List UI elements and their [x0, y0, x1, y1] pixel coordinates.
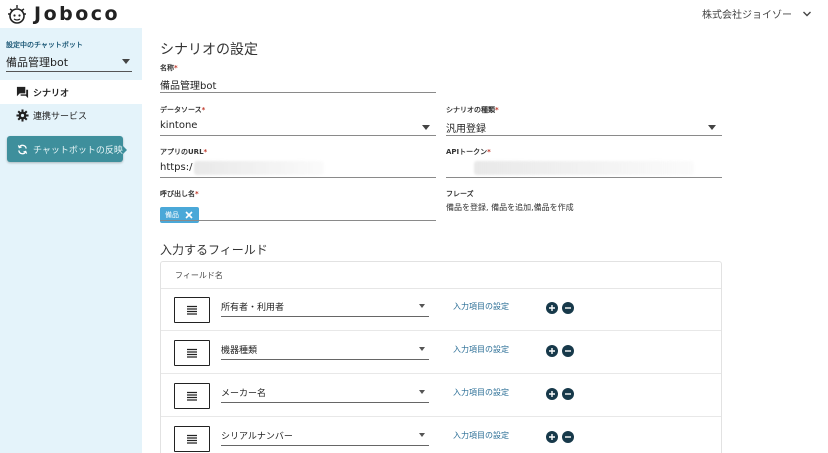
table-row: シリアルナンバー 入力項目の設定 [161, 418, 721, 453]
table-row: 機器種類 入力項目の設定 [161, 332, 721, 374]
input-fields-title: 入力するフィールド [160, 243, 268, 257]
field-select-value: 所有者・利用者 [221, 303, 285, 313]
table-row: 所有者・利用者 入力項目の設定 [161, 289, 721, 331]
remove-row-button[interactable] [562, 302, 574, 314]
app-header: Joboco 株式会社ジョイゾー [0, 0, 828, 28]
gear-icon [16, 108, 29, 122]
input-fields-table: フィールド名 所有者・利用者 入力項目の設定 機器種類 入力項目の設定 メーカー… [160, 261, 722, 453]
dropdown-caret-icon [122, 59, 130, 64]
scenario-type-label: シナリオの種類* [446, 106, 499, 114]
field-select[interactable]: 機器種類 [221, 340, 429, 360]
drag-handle[interactable] [174, 426, 210, 452]
invoke-name-label: 呼び出し名* [160, 190, 199, 198]
plus-icon [549, 391, 555, 397]
datasource-select[interactable]: データソース* kintone [160, 105, 436, 136]
phrases-field: フレーズ 備品を登録, 備品を追加,備品を作成 [446, 189, 722, 219]
bot-select-value: 備品管理bot [6, 55, 69, 69]
input-settings-link[interactable]: 入力項目の設定 [453, 301, 509, 312]
sidebar-item-label: シナリオ [33, 88, 70, 99]
field-select-value: シリアルナンバー [221, 432, 293, 442]
invoke-name-field[interactable]: 呼び出し名* 備品 [160, 189, 436, 223]
redacted-value [474, 161, 694, 175]
field-select-value: 機器種類 [221, 346, 258, 356]
name-label: 名称* [160, 64, 178, 72]
input-settings-link[interactable]: 入力項目の設定 [453, 387, 509, 398]
drag-handle-icon [187, 434, 197, 444]
sidebar-item-scenario[interactable]: シナリオ [0, 80, 142, 104]
field-select[interactable]: メーカー名 [221, 383, 429, 403]
datasource-value: kintone [160, 120, 198, 131]
chevron-down-icon [803, 11, 811, 16]
bot-select-label: 設定中のチャットボット [6, 41, 83, 49]
plus-icon [549, 348, 555, 354]
remove-row-button[interactable] [562, 431, 574, 443]
add-row-button[interactable] [546, 388, 558, 400]
app-url-label: アプリのURL* [160, 148, 208, 156]
input-settings-link[interactable]: 入力項目の設定 [453, 430, 509, 441]
name-value: 備品管理bot [160, 81, 217, 92]
dropdown-caret-icon [419, 347, 425, 351]
remove-row-button[interactable] [562, 345, 574, 357]
add-row-button[interactable] [546, 431, 558, 443]
logo-mark-icon [8, 5, 26, 24]
sidebar: 設定中のチャットボット 備品管理bot シナリオ 連携サービス チャットボットの… [0, 28, 142, 453]
page-title: シナリオの設定 [160, 42, 258, 58]
drag-handle[interactable] [174, 297, 210, 323]
minus-icon [565, 436, 571, 438]
name-field[interactable]: 名称* 備品管理bot [160, 63, 436, 93]
main-content: シナリオの設定 名称* 備品管理bot データソース* kintone シナリオ… [160, 28, 828, 453]
input-settings-link[interactable]: 入力項目の設定 [453, 344, 509, 355]
add-row-button[interactable] [546, 302, 558, 314]
dropdown-caret-icon [419, 304, 425, 308]
scenario-type-select[interactable]: シナリオの種類* 汎用登録 [446, 105, 722, 136]
minus-icon [565, 307, 571, 309]
chip-label: 備品 [165, 211, 179, 219]
phrases-value: 備品を登録, 備品を追加,備品を作成 [446, 203, 574, 212]
drag-handle[interactable] [174, 340, 210, 366]
company-name: 株式会社ジョイゾー [702, 10, 792, 21]
table-header: フィールド名 [161, 262, 721, 289]
sync-icon [17, 144, 28, 154]
company-menu[interactable]: 株式会社ジョイゾー [702, 6, 812, 21]
add-row-button[interactable] [546, 345, 558, 357]
drag-handle[interactable] [174, 383, 210, 409]
reflect-button-label: チャットボットの反映 [33, 145, 123, 156]
app-url-field[interactable]: アプリのURL* https:/ [160, 147, 436, 178]
close-icon[interactable] [184, 210, 194, 220]
field-select[interactable]: 所有者・利用者 [221, 297, 429, 317]
dropdown-caret-icon [419, 390, 425, 394]
scenario-type-value: 汎用登録 [446, 124, 486, 135]
plus-icon [549, 305, 555, 311]
table-row: メーカー名 入力項目の設定 [161, 375, 721, 417]
plus-icon [549, 434, 555, 440]
redacted-value [194, 161, 324, 175]
column-header-field-name: フィールド名 [175, 271, 223, 280]
remove-row-button[interactable] [562, 388, 574, 400]
dropdown-caret-icon [422, 125, 430, 130]
datasource-label: データソース* [160, 106, 206, 114]
logo[interactable]: Joboco [6, 3, 120, 25]
chat-icon [16, 86, 29, 98]
app-url-value: https:/ [160, 162, 193, 173]
drag-handle-icon [187, 305, 197, 315]
api-token-field[interactable]: APIトークン* [446, 147, 722, 178]
field-select[interactable]: シリアルナンバー [221, 426, 429, 446]
sidebar-item-label: 連携サービス [33, 111, 88, 122]
reflect-chatbot-button[interactable]: チャットボットの反映 [7, 136, 127, 162]
logo-text: Joboco [34, 3, 121, 25]
minus-icon [565, 393, 571, 395]
dropdown-caret-icon [708, 125, 716, 130]
dropdown-caret-icon [419, 433, 425, 437]
minus-icon [565, 350, 571, 352]
drag-handle-icon [187, 348, 197, 358]
phrases-label: フレーズ [446, 190, 474, 198]
api-token-label: APIトークン* [446, 148, 491, 156]
drag-handle-icon [187, 391, 197, 401]
sidebar-item-integrations[interactable]: 連携サービス [0, 104, 142, 126]
field-select-value: メーカー名 [221, 389, 267, 399]
bot-select[interactable]: 備品管理bot [6, 52, 132, 72]
